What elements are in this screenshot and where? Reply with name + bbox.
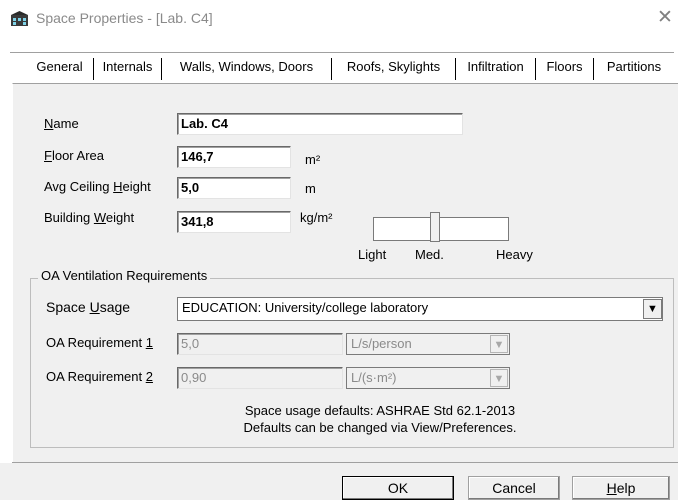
tab-infiltration[interactable]: Infiltration [456, 58, 536, 80]
building-weight-unit: kg/m² [300, 210, 333, 225]
oa-requirement-1-unit-select[interactable]: L/s/person [346, 333, 510, 355]
app-icon [11, 11, 28, 26]
ceiling-height-unit: m [305, 181, 316, 196]
tab-walls-windows-doors[interactable]: Walls, Windows, Doors [162, 58, 332, 80]
floor-area-unit: m² [305, 152, 321, 167]
building-weight-slider-track[interactable] [373, 217, 509, 241]
tab-internals[interactable]: Internals [94, 58, 162, 80]
tab-floors[interactable]: Floors [536, 58, 594, 80]
floor-area-label: Floor Area [44, 148, 104, 163]
building-weight-slider-thumb[interactable] [429, 212, 440, 242]
oa-requirement-2-input[interactable]: 0,90 [177, 367, 343, 389]
weight-med-label: Med. [415, 247, 444, 262]
tab-partitions[interactable]: Partitions [594, 58, 674, 80]
oa-requirement-1-input[interactable]: 5,0 [177, 333, 343, 355]
name-label: Name [44, 116, 79, 131]
window-title: Space Properties - [Lab. C4] [36, 10, 213, 26]
defaults-note-line2: Defaults can be changed via View/Prefere… [243, 420, 517, 435]
tab-roofs-skylights[interactable]: Roofs, Skylights [332, 58, 456, 80]
tab-general[interactable]: General [26, 58, 94, 80]
oa-requirement-1-dropdown-icon[interactable]: ▼ [490, 335, 508, 353]
oa-requirement-2-label: OA Requirement 2 [46, 369, 153, 384]
oa-requirement-1-label: OA Requirement 1 [46, 335, 153, 350]
ok-button[interactable]: OK [342, 476, 454, 500]
floor-area-input[interactable]: 146,7 [177, 146, 291, 168]
oa-ventilation-group-title: OA Ventilation Requirements [38, 268, 211, 283]
defaults-note-line1: Space usage defaults: ASHRAE Std 62.1-20… [244, 403, 516, 418]
help-button[interactable]: Help [572, 476, 670, 500]
space-usage-dropdown-icon[interactable]: ▼ [643, 299, 662, 319]
oa-requirement-2-dropdown-icon[interactable]: ▼ [490, 369, 508, 387]
ceiling-height-label: Avg Ceiling Height [44, 179, 151, 194]
space-usage-select[interactable]: EDUCATION: University/college laboratory [177, 297, 663, 321]
building-weight-label: Building Weight [44, 210, 135, 225]
name-input[interactable]: Lab. C4 [177, 113, 463, 135]
building-weight-input[interactable]: 341,8 [177, 211, 291, 233]
tab-strip-top-border [10, 52, 674, 53]
cancel-button[interactable]: Cancel [468, 476, 560, 500]
weight-heavy-label: Heavy [496, 247, 533, 262]
ceiling-height-input[interactable]: 5,0 [177, 177, 291, 199]
weight-light-label: Light [358, 247, 387, 262]
oa-requirement-2-unit-select[interactable]: L/(s·m²) [346, 367, 510, 389]
close-icon[interactable]: ✕ [654, 6, 676, 30]
space-usage-label: Space Usage [46, 299, 131, 315]
